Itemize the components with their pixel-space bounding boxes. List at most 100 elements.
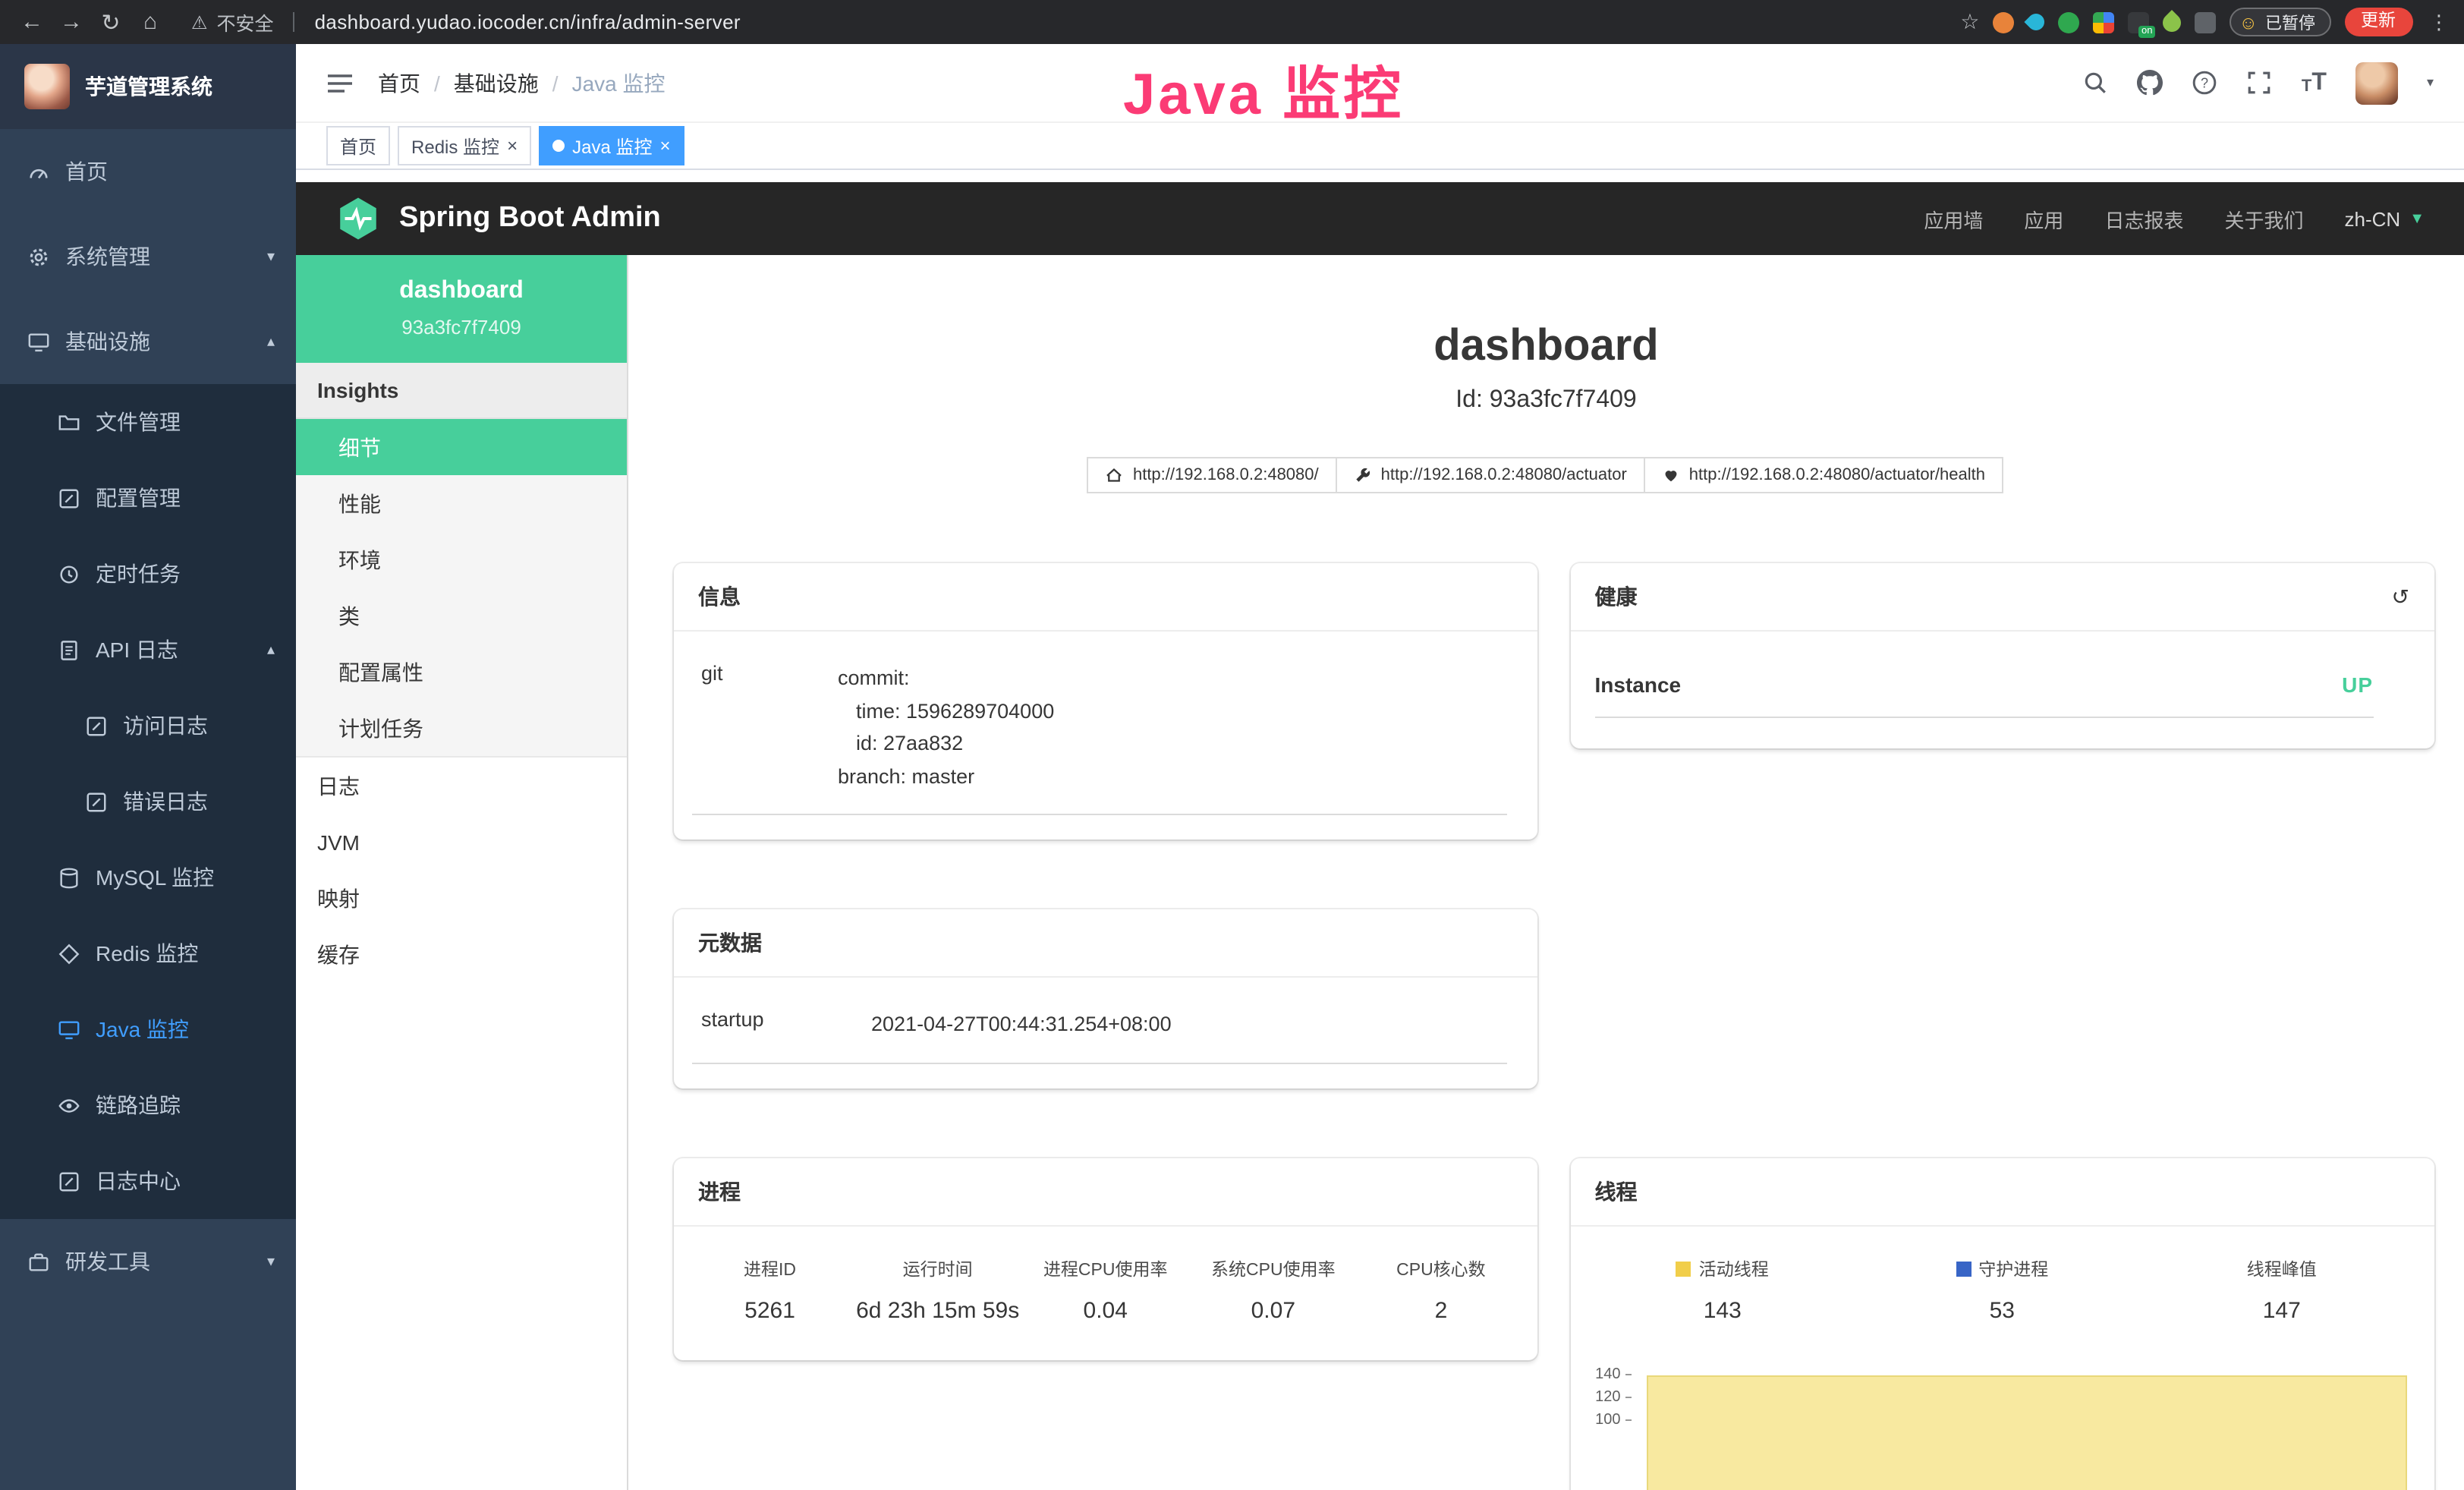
bookmark-star-icon[interactable]: ☆ <box>1960 9 1979 35</box>
stat-value: 0.07 <box>1189 1298 1357 1324</box>
sidebar-item-label: 系统管理 <box>65 241 150 272</box>
health-card: 健康 ↺ Instance UP <box>1571 563 2434 748</box>
stat-value: 5261 <box>686 1298 854 1324</box>
stat-label: 线程峰值 <box>2247 1257 2317 1281</box>
sidebar-item-home[interactable]: 首页 <box>0 129 296 214</box>
address-bar[interactable]: ⚠ 不安全 dashboard.yudao.iocoder.cn/infra/a… <box>191 8 741 36</box>
extension-icon-4[interactable] <box>2093 11 2114 33</box>
sidebar-item-log-center[interactable]: 日志中心 <box>0 1143 296 1219</box>
sba-menu-caches[interactable]: 缓存 <box>296 926 627 982</box>
sba-menu-config-props[interactable]: 配置属性 <box>296 644 627 700</box>
extension-icon-2[interactable] <box>2025 10 2048 33</box>
reload-icon[interactable]: ↻ <box>94 8 127 36</box>
instance-service-link[interactable]: http://192.168.0.2:48080/ <box>1087 457 1337 493</box>
sba-nav-wallboard[interactable]: 应用墙 <box>1924 204 1983 233</box>
close-tab-icon[interactable]: × <box>507 137 518 155</box>
stat-label: 进程CPU使用率 <box>1021 1257 1189 1281</box>
sidebar-item-api-logs[interactable]: API 日志 ▴ <box>0 612 296 688</box>
breadcrumb-infrastructure[interactable]: 基础设施 <box>454 68 539 98</box>
stat-value: 143 <box>1583 1298 1863 1324</box>
sidebar-item-file-management[interactable]: 文件管理 <box>0 384 296 460</box>
breadcrumb-current: Java 监控 <box>572 68 666 98</box>
eye-icon <box>58 1094 80 1117</box>
sba-menu-metrics[interactable]: 性能 <box>296 475 627 531</box>
tab-java-monitor[interactable]: Java 监控 × <box>539 126 684 165</box>
back-icon[interactable]: ← <box>15 9 49 35</box>
help-icon[interactable] <box>2192 70 2218 96</box>
sidebar-item-system-management[interactable]: 系统管理 ▾ <box>0 214 296 299</box>
sba-locale-select[interactable]: zh-CN ▼ <box>2345 207 2425 230</box>
sidebar-item-mysql-monitor[interactable]: MySQL 监控 <box>0 840 296 915</box>
extension-icon-3[interactable] <box>2058 11 2079 33</box>
browser-menu-icon[interactable]: ⋮ <box>2429 10 2449 34</box>
tab-home[interactable]: 首页 <box>326 126 390 165</box>
forward-icon[interactable]: → <box>55 9 88 35</box>
sba-nav-about[interactable]: 关于我们 <box>2224 204 2303 233</box>
sba-menu-logs[interactable]: 日志 <box>296 758 627 814</box>
tab-redis-monitor[interactable]: Redis 监控 × <box>398 126 531 165</box>
tab-label: Redis 监控 <box>411 133 499 159</box>
sidebar-item-redis-monitor[interactable]: Redis 监控 <box>0 915 296 991</box>
sidebar-item-java-monitor[interactable]: Java 监控 <box>0 991 296 1067</box>
history-icon[interactable]: ↺ <box>2392 584 2409 610</box>
avatar-caret-icon[interactable]: ▾ <box>2427 74 2434 91</box>
sidebar-item-infrastructure[interactable]: 基础设施 ▴ <box>0 299 296 384</box>
stat-process-cpu: 进程CPU使用率 0.04 <box>1021 1257 1189 1324</box>
sba-menu-classes[interactable]: 类 <box>296 587 627 644</box>
sidebar-item-dev-tools[interactable]: 研发工具 ▾ <box>0 1219 296 1304</box>
github-icon[interactable] <box>2138 70 2163 96</box>
sidebar-item-trace[interactable]: 链路追踪 <box>0 1067 296 1143</box>
font-size-icon[interactable]: TT <box>2302 71 2327 95</box>
clock-icon <box>58 562 80 585</box>
instance-links: http://192.168.0.2:48080/ http://192.168… <box>628 457 2464 493</box>
stat-value: 2 <box>1357 1298 1525 1324</box>
home-icon[interactable]: ⌂ <box>134 9 167 35</box>
fullscreen-icon[interactable] <box>2247 70 2273 96</box>
sidebar-logo[interactable]: 芋道管理系统 <box>0 44 296 129</box>
breadcrumb-home[interactable]: 首页 <box>378 68 420 98</box>
close-tab-icon[interactable]: × <box>659 137 670 155</box>
sba-menu-environment[interactable]: 环境 <box>296 531 627 587</box>
sba-brand[interactable]: Spring Boot Admin <box>335 196 661 241</box>
info-key: git <box>692 662 838 793</box>
sba-nav-applications[interactable]: 应用 <box>2024 204 2063 233</box>
hamburger-icon[interactable] <box>326 71 354 95</box>
sba-menu-details[interactable]: 细节 <box>296 419 627 475</box>
browser-actions: ☆ on ☺ 已暂停 更新 ⋮ <box>1960 8 2449 36</box>
user-avatar[interactable] <box>2355 61 2398 104</box>
sba-menu-scheduled-tasks[interactable]: 计划任务 <box>296 700 627 756</box>
sidebar-item-access-logs[interactable]: 访问日志 <box>0 688 296 764</box>
profile-paused-pill[interactable]: ☺ 已暂停 <box>2230 8 2330 36</box>
stat-label: 系统CPU使用率 <box>1189 1257 1357 1281</box>
process-card: 进程 进程ID 5261 运行时间 <box>674 1158 1537 1360</box>
chevron-up-icon: ▴ <box>267 333 275 350</box>
edit-icon <box>85 790 108 813</box>
sba-instance-header[interactable]: dashboard 93a3fc7f7409 <box>296 255 627 363</box>
folder-icon <box>58 411 80 433</box>
sba-brand-label: Spring Boot Admin <box>399 202 661 235</box>
health-row-label: Instance <box>1595 673 1682 697</box>
stat-label: CPU核心数 <box>1357 1257 1525 1281</box>
stat-value: 6d 23h 15m 59s <box>854 1298 1021 1324</box>
edit-icon <box>85 714 108 737</box>
chrome-update-button[interactable]: 更新 <box>2344 8 2412 36</box>
extension-puzzle-icon[interactable] <box>2195 11 2216 33</box>
sba-nav-journal[interactable]: 日志报表 <box>2104 204 2183 233</box>
threads-card: 线程 活动线程 143 <box>1571 1158 2434 1490</box>
instance-actuator-link[interactable]: http://192.168.0.2:48080/actuator <box>1336 457 1645 493</box>
sidebar-item-error-logs[interactable]: 错误日志 <box>0 764 296 840</box>
extension-icon-6[interactable] <box>2159 9 2185 35</box>
sidebar-item-config-management[interactable]: 配置管理 <box>0 460 296 536</box>
health-instance-row[interactable]: Instance UP <box>1595 653 2374 718</box>
sba-menu-jvm[interactable]: JVM <box>296 814 627 870</box>
extension-icon-5[interactable]: on <box>2128 11 2149 33</box>
search-icon[interactable] <box>2083 70 2109 96</box>
metadata-key: startup <box>692 1009 871 1041</box>
sba-menu-mappings[interactable]: 映射 <box>296 870 627 926</box>
sidebar-item-scheduled-tasks[interactable]: 定时任务 <box>0 536 296 612</box>
extension-icon-1[interactable] <box>1993 11 2014 33</box>
monitor-icon <box>27 330 50 353</box>
logo-avatar <box>24 64 70 109</box>
instance-id: 93a3fc7f7409 <box>311 316 612 339</box>
instance-health-link[interactable]: http://192.168.0.2:48080/actuator/health <box>1644 457 2003 493</box>
